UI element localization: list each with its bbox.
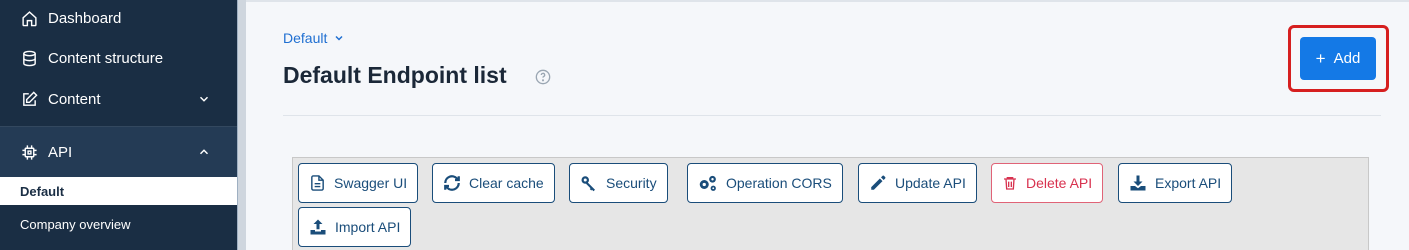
sidebar-subitem-company-overview[interactable]: Company overview [0,210,237,238]
sidebar-subitem-label: Company overview [20,216,131,232]
download-icon [1130,175,1146,191]
document-icon [311,175,324,191]
api-toolbar: Swagger UI Clear cache Security Operatio… [292,157,1369,250]
sidebar-item-label: Dashboard [48,9,122,27]
sidebar-item-api[interactable]: API [0,127,237,177]
sidebar-item-label: Content structure [48,49,164,67]
button-label: Security [606,175,657,191]
breadcrumb-label: Default [283,30,328,46]
page-title: Default Endpoint list [283,62,507,88]
add-button[interactable]: + Add [1300,37,1376,80]
swagger-ui-button[interactable]: Swagger UI [298,163,419,203]
sidebar-resize-handle[interactable] [237,0,246,250]
button-label: Swagger UI [334,175,408,191]
header-divider [283,115,1381,116]
operation-cors-button[interactable]: Operation CORS [687,163,843,203]
button-label: Operation CORS [726,175,832,191]
chevron-down-icon [199,96,209,102]
import-api-button[interactable]: Import API [298,207,412,247]
chevron-down-icon [335,35,343,41]
button-label: Update API [895,175,966,191]
edit-icon [20,90,38,108]
sidebar-subitem-default[interactable]: Default [0,177,237,205]
sidebar-item-content[interactable]: Content [0,79,237,119]
help-icon[interactable] [535,69,551,85]
sidebar-subitem-label: Default [20,183,65,199]
update-api-button[interactable]: Update API [858,163,977,203]
chevron-up-icon [199,149,209,155]
clear-cache-button[interactable]: Clear cache [432,163,555,203]
button-label: Delete API [1026,175,1093,191]
sidebar-item-content-structure[interactable]: Content structure [0,38,237,78]
add-button-label: Add [1333,50,1361,67]
top-divider [246,0,1409,2]
security-button[interactable]: Security [569,163,668,203]
plus-icon: + [1315,49,1326,68]
delete-api-button[interactable]: Delete API [991,163,1104,203]
button-label: Import API [335,219,401,235]
upload-icon [310,219,326,235]
gears-icon [699,175,716,191]
pencil-icon [871,175,886,190]
database-icon [20,49,38,67]
sidebar-item-dashboard[interactable]: Dashboard [0,0,237,38]
home-icon [20,9,38,27]
button-label: Clear cache [469,175,544,191]
sidebar-item-label: API [48,143,73,161]
export-api-button[interactable]: Export API [1118,163,1233,203]
trash-icon [1004,177,1016,190]
sidebar-item-label: Content [48,90,101,108]
refresh-icon [444,175,460,191]
button-label: Export API [1155,175,1222,191]
key-icon [581,176,595,192]
breadcrumb[interactable]: Default [283,30,345,46]
sidebar: Dashboard Content structure Content API … [0,0,237,250]
chip-icon [20,143,38,161]
